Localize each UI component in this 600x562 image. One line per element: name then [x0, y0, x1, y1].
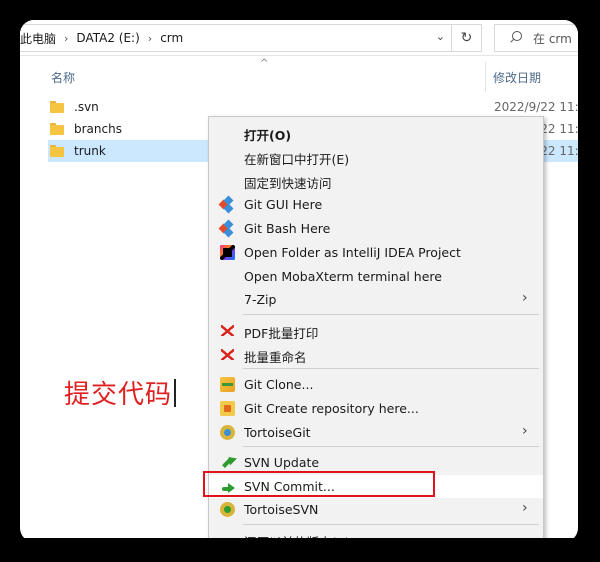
menu-item-label: 打开(O): [244, 128, 292, 143]
chevron-right-icon: ›: [522, 290, 528, 306]
menu-item-label: Open Folder as IntelliJ IDEA Project: [244, 245, 461, 260]
chevron-right-icon: ›: [522, 423, 528, 439]
menu-item-mobaxterm[interactable]: Open MobaXterm terminal here: [209, 265, 543, 288]
wps-icon: [220, 347, 235, 362]
menu-item-label: Git GUI Here: [244, 197, 323, 212]
menu-item-label: Git Bash Here: [244, 221, 331, 236]
menu-item-label: SVN Update: [244, 455, 320, 470]
address-toolbar: 此电脑 › DATA2 (E:) › crm ⌄ ↻ 在 crm: [20, 20, 578, 56]
tortoisegit-icon: [220, 425, 235, 440]
menu-item-label: Git Clone...: [244, 377, 314, 392]
intellij-idea-icon: [220, 245, 235, 260]
search-input[interactable]: 在 crm: [494, 24, 578, 52]
menu-item-pdf-batch-print[interactable]: PDF批量打印: [209, 319, 543, 342]
file-name: .svn: [74, 100, 99, 114]
menu-item-batch-rename[interactable]: 批量重命名: [209, 343, 543, 366]
menu-item-open-new-window[interactable]: 在新窗口中打开(E): [209, 145, 543, 168]
search-placeholder: 在 crm: [533, 31, 572, 46]
git-create-repo-icon: [220, 401, 235, 416]
menu-item-git-bash[interactable]: Git Bash Here: [209, 217, 543, 240]
refresh-icon: ↻: [460, 30, 473, 46]
chevron-down-icon[interactable]: ⌄: [436, 30, 445, 43]
chevron-right-icon[interactable]: ›: [64, 32, 68, 45]
sort-up-icon: ^: [260, 58, 269, 69]
folder-icon: [50, 101, 64, 113]
menu-item-tortoisesvn[interactable]: TortoiseSVN ›: [209, 498, 543, 521]
chevron-right-icon: ›: [522, 500, 528, 516]
menu-item-label: PDF批量打印: [244, 326, 319, 341]
breadcrumb-folder[interactable]: crm: [160, 31, 183, 45]
menu-item-git-gui[interactable]: Git GUI Here: [209, 193, 543, 216]
address-bar[interactable]: 此电脑 › DATA2 (E:) › crm ⌄: [20, 24, 452, 52]
file-name: trunk: [74, 144, 106, 158]
file-date: 2022/9/22 11:3: [494, 100, 578, 114]
file-row-svn[interactable]: .svn 2022/9/22 11:3: [48, 96, 578, 118]
git-clone-icon: [220, 377, 235, 392]
menu-item-label: 固定到快速访问: [244, 176, 332, 191]
column-header: 名称 ^ 修改日期: [20, 56, 578, 98]
menu-separator: [243, 368, 539, 369]
breadcrumb-drive[interactable]: DATA2 (E:): [76, 31, 139, 45]
screen-border: [0, 538, 600, 562]
folder-icon: [50, 123, 64, 135]
text-caret: [174, 379, 176, 407]
git-bash-icon: [218, 219, 235, 238]
menu-item-git-clone[interactable]: Git Clone...: [209, 373, 543, 396]
annotation-text: 提交代码: [64, 374, 176, 411]
refresh-button[interactable]: ↻: [452, 24, 482, 52]
menu-item-label: Open MobaXterm terminal here: [244, 269, 442, 284]
column-name[interactable]: 名称: [51, 69, 75, 86]
wps-icon: [220, 323, 235, 338]
menu-separator: [243, 314, 539, 315]
menu-item-7zip[interactable]: 7-Zip ›: [209, 288, 543, 311]
breadcrumb-this-pc[interactable]: 此电脑: [20, 30, 56, 47]
svn-commit-highlight: [203, 471, 435, 497]
menu-item-label: 在新窗口中打开(E): [244, 152, 350, 167]
search-icon: [509, 31, 523, 45]
column-divider[interactable]: [485, 62, 486, 92]
svn-update-icon: [220, 455, 235, 470]
column-date-modified[interactable]: 修改日期: [493, 69, 541, 86]
menu-item-label: 7-Zip: [244, 292, 277, 307]
tortoisesvn-icon: [220, 502, 235, 517]
git-gui-icon: [218, 195, 235, 214]
menu-item-label: 批量重命名: [244, 350, 307, 365]
menu-separator: [243, 446, 539, 447]
menu-item-label: TortoiseGit: [244, 425, 311, 440]
chevron-right-icon[interactable]: ›: [148, 32, 152, 45]
menu-item-label: Git Create repository here...: [244, 401, 419, 416]
menu-item-intellij[interactable]: Open Folder as IntelliJ IDEA Project: [209, 241, 543, 264]
menu-item-pin-quick-access[interactable]: 固定到快速访问: [209, 169, 543, 192]
file-name: branchs: [74, 122, 122, 136]
menu-item-tortoisegit[interactable]: TortoiseGit ›: [209, 421, 543, 444]
menu-item-label: TortoiseSVN: [244, 502, 319, 517]
menu-item-git-create-repo[interactable]: Git Create repository here...: [209, 397, 543, 420]
menu-item-open[interactable]: 打开(O): [209, 121, 543, 144]
menu-separator: [243, 524, 539, 525]
folder-icon: [50, 145, 64, 157]
